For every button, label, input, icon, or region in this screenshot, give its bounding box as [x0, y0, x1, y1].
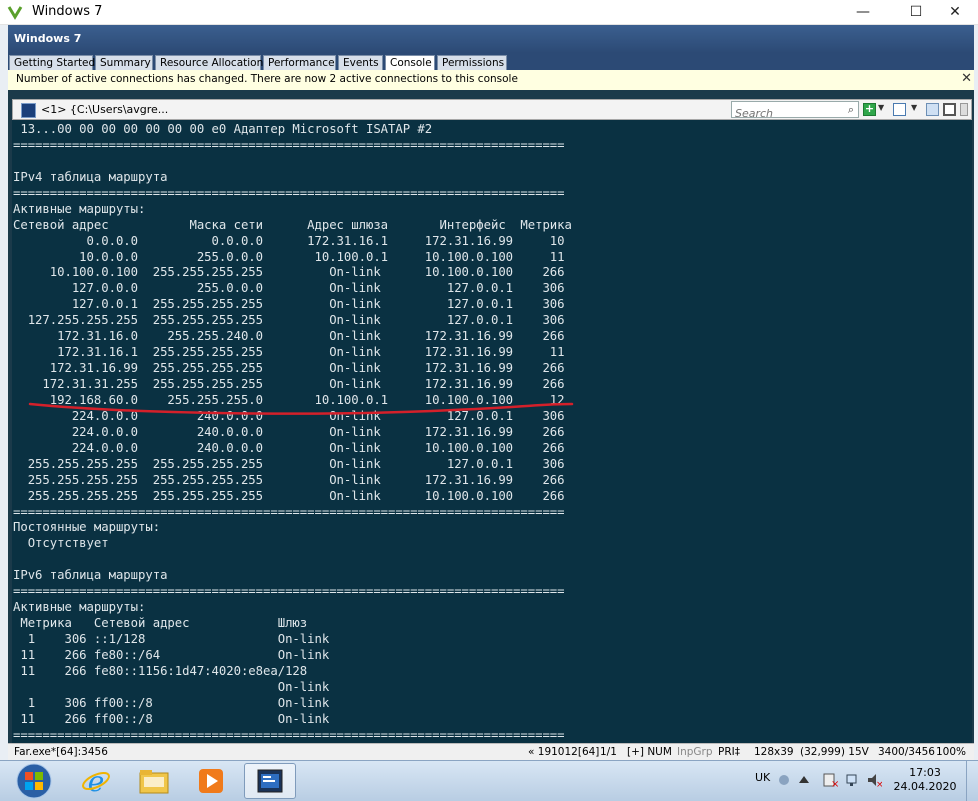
notification-bar: Number of active connections has changed…: [8, 70, 974, 91]
tab-permissions[interactable]: Permissions: [437, 55, 507, 70]
search-icon[interactable]: ⌕: [848, 103, 854, 117]
clock[interactable]: 17:03 24.04.2020: [890, 766, 960, 794]
tab-performance[interactable]: Performance: [263, 55, 336, 70]
window-title: Windows 7: [32, 4, 103, 19]
status-proc: 3400/3456: [878, 746, 935, 758]
windows-start-icon: [16, 763, 52, 799]
minimize-button[interactable]: —: [840, 0, 886, 24]
red-annotation-line: [28, 402, 574, 415]
tray-expand-icon[interactable]: [797, 773, 811, 787]
status-zoom: 100%: [936, 746, 967, 758]
conemu-icon: [257, 769, 283, 793]
new-console-icon[interactable]: +: [863, 103, 876, 116]
clock-time: 17:03: [909, 766, 941, 779]
close-button[interactable]: ✕: [932, 0, 978, 24]
conemu-toolbar: <1> {C:\Users\avgre... ⌕ + ▼ ▼: [12, 99, 972, 122]
tab-bar: Getting Started Summary Resource Allocat…: [8, 53, 974, 70]
console-tab-icon: [21, 103, 36, 118]
language-options-icon[interactable]: [778, 774, 790, 786]
status-mode: [+] NUM: [627, 746, 672, 758]
scroll-icon[interactable]: [960, 103, 968, 116]
taskbar-explorer[interactable]: [128, 763, 180, 799]
tab-summary[interactable]: Summary: [95, 55, 153, 70]
clock-date: 24.04.2020: [893, 780, 957, 793]
right-edge-panel: [974, 25, 978, 760]
menu-icon[interactable]: [926, 103, 939, 116]
vm-header: Windows 7: [8, 25, 974, 53]
network-icon[interactable]: [845, 772, 861, 788]
tab-resource-allocation[interactable]: Resource Allocation: [155, 55, 263, 70]
notification-message: Number of active connections has changed…: [16, 73, 518, 85]
volume-icon[interactable]: ×: [866, 772, 882, 788]
vsphere-logo-icon: [7, 6, 23, 20]
taskbar: e UK × × 17:03 24.04.2020: [0, 760, 978, 801]
media-player-icon: [199, 769, 223, 793]
status-inpgrp: InpGrp: [677, 746, 713, 758]
taskbar-media-player[interactable]: [185, 763, 237, 799]
internet-explorer-icon: e: [82, 766, 110, 796]
window-title-bar[interactable]: Windows 7 — ☐ ✕: [0, 0, 978, 25]
status-build: « 191012[64]: [528, 746, 600, 758]
start-button[interactable]: [12, 763, 56, 799]
taskbar-ie[interactable]: e: [70, 763, 122, 799]
vm-name: Windows 7: [14, 32, 82, 45]
tab-console[interactable]: Console: [385, 55, 435, 70]
search-box: ⌕: [731, 101, 859, 122]
tab-events[interactable]: Events: [338, 55, 383, 70]
console-tab[interactable]: <1> {C:\Users\avgre...: [41, 103, 168, 116]
terminal-output[interactable]: 13...00 00 00 00 00 00 00 e0 Адаптер Mic…: [12, 120, 972, 743]
view-dropdown-icon[interactable]: ▼: [911, 103, 924, 116]
svg-text:×: ×: [831, 779, 838, 788]
taskbar-conemu[interactable]: [244, 763, 296, 799]
show-desktop-button[interactable]: [966, 761, 978, 801]
new-console-dropdown-icon[interactable]: ▼: [878, 103, 891, 116]
svg-text:×: ×: [876, 780, 882, 788]
maximize-console-icon[interactable]: [943, 103, 956, 116]
svg-text:e: e: [88, 766, 105, 796]
status-bar: Far.exe*[64]:3456 « 191012[64] 1/1 [+] N…: [8, 743, 974, 761]
status-size: 128x39: [754, 746, 794, 758]
status-process: Far.exe*[64]:3456: [14, 746, 108, 758]
folder-icon: [139, 770, 169, 794]
notification-close-icon[interactable]: ✕: [961, 71, 972, 86]
action-center-icon[interactable]: ×: [822, 772, 838, 788]
keyboard-language[interactable]: UK: [755, 771, 770, 784]
status-position: 1/1: [600, 746, 617, 758]
tab-getting-started[interactable]: Getting Started: [9, 55, 95, 70]
status-coords: (32,999) 15V: [800, 746, 869, 758]
status-priority: PRI‡: [718, 746, 740, 758]
split-view-icon[interactable]: [893, 103, 906, 116]
